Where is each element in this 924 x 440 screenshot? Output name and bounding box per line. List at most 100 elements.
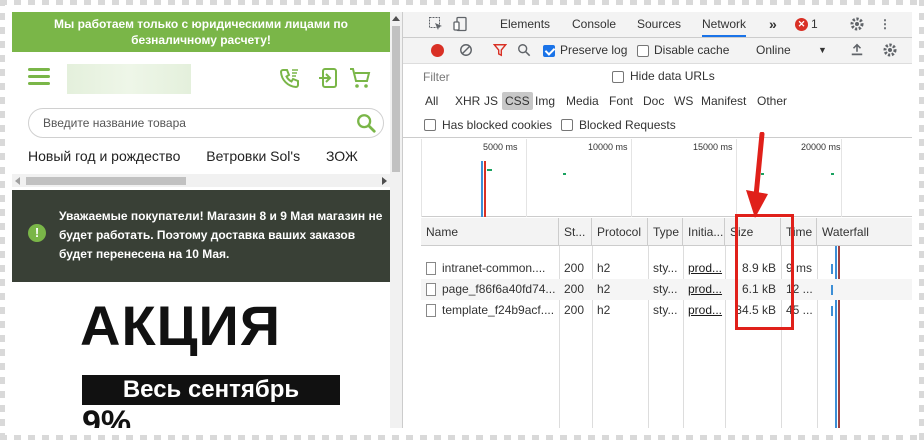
- table-row[interactable]: intranet-common.... 200 h2 sty... prod..…: [421, 258, 912, 279]
- scroll-left-arrow-icon[interactable]: [15, 177, 20, 185]
- waterfall-bar: [831, 264, 833, 274]
- search-icon[interactable]: [355, 112, 377, 134]
- request-type: sty...: [653, 303, 678, 317]
- notice-text: Уважаемые покупатели! Магазин 8 и 9 Мая …: [59, 209, 383, 261]
- column-header-protocol[interactable]: Protocol: [592, 218, 648, 246]
- request-name[interactable]: template_f24b9acf....: [421, 300, 559, 321]
- blocked-filters: Has blocked cookies Blocked Requests: [403, 114, 912, 138]
- column-header-waterfall[interactable]: Waterfall: [817, 218, 912, 246]
- blocked-cookies-label: Has blocked cookies: [442, 118, 553, 132]
- import-har-icon[interactable]: [850, 43, 866, 59]
- category-link[interactable]: ЗОЖ: [326, 148, 358, 164]
- settings-gear-icon[interactable]: [849, 16, 865, 32]
- preserve-log-checkbox[interactable]: [543, 45, 555, 57]
- type-filter-css[interactable]: CSS: [502, 92, 533, 110]
- network-settings-gear-icon[interactable]: [882, 42, 898, 58]
- size-column-highlight: [735, 214, 794, 330]
- network-overview-timeline[interactable]: 5000 ms 10000 ms 15000 ms 20000 ms: [421, 139, 912, 217]
- table-row[interactable]: page_f86f6a40fd74... 200 h2 sty... prod.…: [421, 279, 912, 300]
- more-tabs-button[interactable]: »: [769, 12, 777, 37]
- type-filter-xhr[interactable]: XHR: [455, 94, 480, 108]
- info-icon: !: [28, 224, 46, 242]
- request-initiator-link[interactable]: prod...: [683, 279, 725, 300]
- scroll-thumb[interactable]: [26, 177, 186, 185]
- throttle-select[interactable]: Online: [756, 43, 791, 57]
- request-name[interactable]: intranet-common....: [421, 258, 559, 279]
- type-filter-all[interactable]: All: [425, 94, 438, 108]
- blocked-requests-checkbox[interactable]: [561, 119, 573, 131]
- scroll-up-arrow-icon[interactable]: [392, 16, 400, 21]
- column-header-type[interactable]: Type: [648, 218, 683, 246]
- type-filter-doc[interactable]: Doc: [643, 94, 664, 108]
- error-icon[interactable]: ✕: [795, 18, 808, 31]
- site-header: [12, 52, 390, 102]
- domcontentloaded-line: [481, 161, 483, 217]
- scroll-thumb[interactable]: [392, 26, 400, 172]
- timeline-tick-label: 20000 ms: [801, 142, 841, 152]
- request-name-text: page_f86f6a40fd74...: [442, 282, 556, 296]
- tab-elements[interactable]: Elements: [500, 12, 550, 37]
- request-initiator-link[interactable]: prod...: [683, 300, 725, 321]
- type-filter-other[interactable]: Other: [757, 94, 787, 108]
- timeline-activity-bar: [831, 173, 834, 175]
- type-filter-img[interactable]: Img: [535, 94, 555, 108]
- type-filter-ws[interactable]: WS: [674, 94, 693, 108]
- device-toolbar-icon[interactable]: [453, 16, 469, 32]
- tab-sources[interactable]: Sources: [637, 12, 681, 37]
- column-header-name[interactable]: Name: [421, 218, 559, 246]
- timeline-gridline: [736, 139, 737, 217]
- tab-network[interactable]: Network: [702, 12, 747, 37]
- promo-bar: Мы работаем только с юридическими лицами…: [12, 12, 390, 52]
- requests-table: Name St... Protocol Type Initia... Size …: [421, 218, 912, 428]
- scroll-right-arrow-icon[interactable]: [382, 177, 387, 185]
- search-icon[interactable]: [517, 43, 533, 59]
- category-link[interactable]: Новый год и рождество: [28, 148, 180, 164]
- banner-subtitle: Весь сентябрь: [82, 375, 340, 405]
- clear-icon[interactable]: [459, 43, 475, 59]
- horizontal-scrollbar[interactable]: [12, 174, 390, 187]
- record-icon[interactable]: [431, 44, 444, 57]
- table-row[interactable]: template_f24b9acf.... 200 h2 sty... prod…: [421, 300, 912, 321]
- phone-icon[interactable]: [278, 66, 302, 90]
- cart-icon[interactable]: [348, 66, 372, 90]
- type-filter-manifest[interactable]: Manifest: [701, 94, 746, 108]
- file-icon: [426, 283, 436, 297]
- request-initiator-link[interactable]: prod...: [683, 258, 725, 279]
- inspect-element-icon[interactable]: [428, 16, 444, 32]
- blocked-cookies-checkbox[interactable]: [424, 119, 436, 131]
- column-header-status[interactable]: St...: [559, 218, 592, 246]
- chevron-down-icon[interactable]: ▼: [818, 45, 827, 55]
- kebab-menu-icon[interactable]: ⋮: [877, 16, 893, 32]
- request-protocol: h2: [597, 303, 611, 317]
- error-count[interactable]: 1: [811, 12, 818, 37]
- hide-data-urls-checkbox[interactable]: [612, 71, 624, 83]
- category-link[interactable]: Ветровки Sol's: [206, 148, 300, 164]
- request-name-text: template_f24b9acf....: [442, 303, 555, 317]
- waterfall-bar: [831, 306, 833, 316]
- file-icon: [426, 304, 436, 318]
- tab-console[interactable]: Console: [572, 12, 616, 37]
- request-status: 200: [564, 261, 585, 275]
- timeline-activity-bar: [563, 173, 566, 175]
- timeline-tick-label: 5000 ms: [483, 142, 518, 152]
- column-header-initiator[interactable]: Initia...: [683, 218, 725, 246]
- annotation-arrow-icon: [746, 132, 768, 218]
- timeline-tick-label: 15000 ms: [693, 142, 733, 152]
- hamburger-menu-icon[interactable]: [28, 68, 50, 86]
- blocked-requests-label: Blocked Requests: [579, 118, 676, 132]
- filter-icon[interactable]: [492, 43, 509, 59]
- type-filter-media[interactable]: Media: [566, 94, 599, 108]
- vertical-scrollbar[interactable]: [390, 12, 402, 428]
- type-filter-js[interactable]: JS: [484, 94, 498, 108]
- disable-cache-checkbox[interactable]: [637, 45, 649, 57]
- hide-data-urls-label: Hide data URLs: [630, 69, 715, 83]
- logo[interactable]: [67, 64, 191, 94]
- filter-input[interactable]: [423, 68, 588, 86]
- login-icon[interactable]: [316, 66, 340, 90]
- disable-cache-label: Disable cache: [654, 43, 730, 57]
- promo-banner[interactable]: АКЦИЯ Весь сентябрь 9%: [12, 282, 390, 428]
- type-filter-font[interactable]: Font: [609, 94, 633, 108]
- request-name[interactable]: page_f86f6a40fd74...: [421, 279, 559, 300]
- search-input[interactable]: [43, 114, 343, 132]
- banner-percent: 9%: [82, 404, 132, 428]
